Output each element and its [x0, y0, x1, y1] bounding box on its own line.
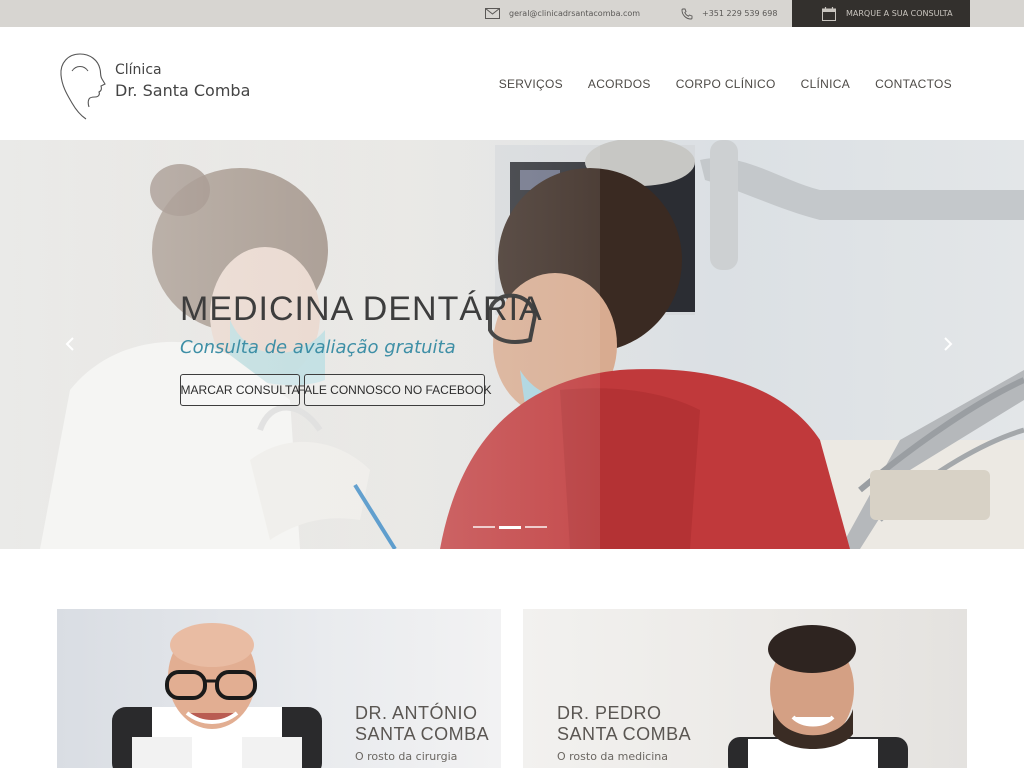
- nav-item-corpo-clinico[interactable]: CORPO CLÍNICO: [676, 77, 776, 91]
- email-contact[interactable]: geral@clinicadrsantacomba.com: [485, 0, 640, 27]
- doctor-card-pedro[interactable]: DR. PEDRO SANTA COMBA O rosto da medicin…: [523, 609, 967, 768]
- clinic-logo[interactable]: Clínica Dr. Santa Comba: [58, 51, 258, 121]
- nav-item-clinica[interactable]: CLÍNICA: [801, 77, 850, 91]
- calendar-icon: [822, 6, 836, 21]
- hero-slider: MEDICINA DENTÁRIA Consulta de avaliação …: [0, 140, 1024, 549]
- phone-contact[interactable]: +351 229 539 698: [681, 0, 777, 27]
- hero-title: MEDICINA DENTÁRIA: [180, 290, 543, 328]
- book-appointment-button[interactable]: MARQUE A SUA CONSULTA: [792, 0, 970, 27]
- slide-indicator-1[interactable]: [473, 526, 495, 528]
- doctor-name-pedro-line2: SANTA COMBA: [557, 724, 692, 744]
- doctor-name-pedro-line1: DR. PEDRO: [557, 703, 662, 723]
- top-bar: geral@clinicadrsantacomba.com +351 229 5…: [0, 0, 1024, 27]
- chevron-right-icon[interactable]: [940, 336, 956, 352]
- face-profile-logo-icon: [60, 53, 106, 120]
- phone-text: +351 229 539 698: [702, 9, 778, 18]
- doctor-name-antonio: DR. ANTÓNIO SANTA COMBA: [355, 703, 489, 745]
- slide-indicator-2[interactable]: [499, 526, 521, 529]
- doctor-name-pedro: DR. PEDRO SANTA COMBA: [557, 703, 691, 745]
- slide-indicator-3[interactable]: [525, 526, 547, 528]
- slider-indicators: [473, 526, 547, 529]
- book-consultation-button[interactable]: MARCAR CONSULTA: [180, 374, 300, 406]
- logo-line1: Clínica: [115, 62, 162, 78]
- nav-item-acordos[interactable]: ACORDOS: [588, 77, 651, 91]
- phone-icon: [681, 8, 693, 19]
- logo-line2: Dr. Santa Comba: [115, 81, 251, 100]
- email-text: geral@clinicadrsantacomba.com: [509, 9, 641, 18]
- doctor-desc-antonio: O rosto da cirurgia: [355, 750, 458, 763]
- site-header: Clínica Dr. Santa Comba SERVIÇOS ACORDOS…: [0, 27, 1024, 140]
- doctor-name-antonio-line2: SANTA COMBA: [355, 724, 490, 744]
- chevron-left-icon[interactable]: [62, 336, 78, 352]
- book-appointment-label: MARQUE A SUA CONSULTA: [846, 9, 953, 18]
- nav-item-contactos[interactable]: CONTACTOS: [875, 77, 952, 91]
- main-nav: SERVIÇOS ACORDOS CORPO CLÍNICO CLÍNICA C…: [499, 77, 952, 91]
- doctor-name-antonio-line1: DR. ANTÓNIO: [355, 703, 478, 723]
- doctor-desc-pedro: O rosto da medicina: [557, 750, 668, 763]
- facebook-contact-button[interactable]: FALE CONNOSCO NO FACEBOOK: [297, 374, 492, 406]
- nav-item-servicos[interactable]: SERVIÇOS: [499, 77, 563, 91]
- doctor-card-antonio[interactable]: DR. ANTÓNIO SANTA COMBA O rosto da cirur…: [57, 609, 501, 768]
- hero-subtitle: Consulta de avaliação gratuita: [180, 337, 456, 358]
- envelope-icon: [485, 8, 500, 19]
